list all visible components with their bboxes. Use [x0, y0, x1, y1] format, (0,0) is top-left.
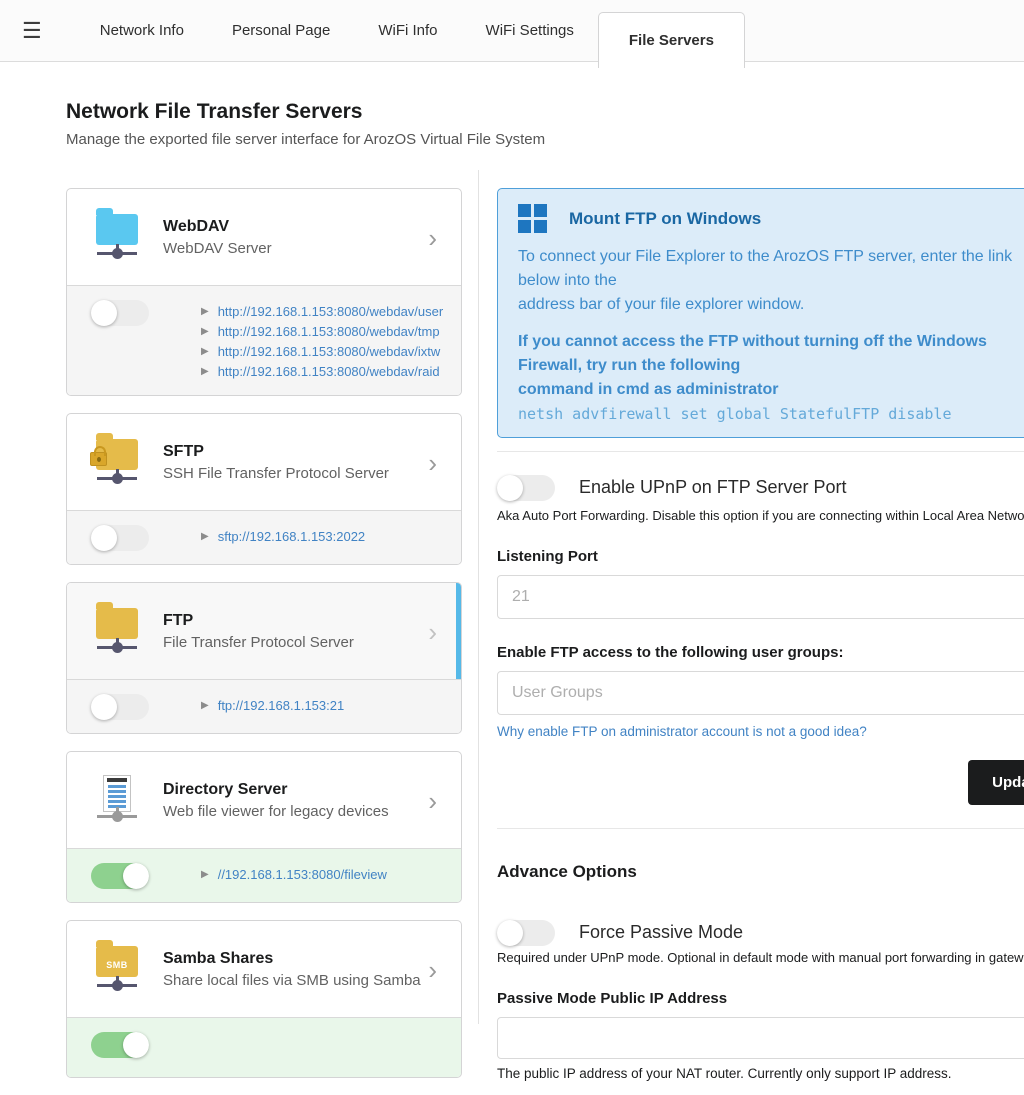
advance-options-title: Advance Options: [497, 862, 1024, 882]
server-card-ftp-links: ▶ ftp://192.168.1.153:21: [67, 679, 461, 733]
directory-listing-icon: [91, 774, 143, 826]
tab-file-servers[interactable]: File Servers: [598, 12, 745, 68]
server-card-directory-header[interactable]: Directory Server Web file viewer for leg…: [67, 752, 461, 848]
link-row: ▶ http://192.168.1.153:8080/webdav/tmp: [201, 322, 443, 342]
server-card-webdav: WebDAV WebDAV Server › ▶ http://192.168.1…: [66, 188, 462, 396]
info-box-paragraph: To connect your File Explorer to the Aro…: [518, 245, 1024, 317]
public-ip-input[interactable]: [497, 1017, 1024, 1059]
samba-enable-toggle[interactable]: [91, 1032, 149, 1058]
listening-port-input[interactable]: [497, 575, 1024, 619]
server-card-sftp: SFTP SSH File Transfer Protocol Server ›…: [66, 413, 462, 565]
link-row: ▶ http://192.168.1.153:8080/webdav/user: [201, 302, 443, 322]
tab-wifi-info[interactable]: WiFi Info: [354, 0, 461, 62]
chevron-right-icon: ›: [422, 957, 443, 983]
force-passive-toggle[interactable]: [497, 920, 555, 946]
server-description: Share local files via SMB using Samba: [163, 972, 422, 989]
caret-right-icon: ▶: [201, 696, 209, 716]
server-card-ftp: FTP File Transfer Protocol Server › ▶ ftp…: [66, 582, 462, 734]
tab-personal-page[interactable]: Personal Page: [208, 0, 354, 62]
chevron-right-icon: ›: [422, 225, 443, 251]
server-card-webdav-header[interactable]: WebDAV WebDAV Server ›: [67, 189, 461, 285]
server-name: SFTP: [163, 443, 422, 461]
public-ip-label: Passive Mode Public IP Address: [497, 990, 1024, 1007]
server-description: Web file viewer for legacy devices: [163, 803, 422, 820]
smb-icon-label: SMB: [96, 960, 138, 970]
server-name: FTP: [163, 612, 422, 630]
public-ip-help-text: The public IP address of your NAT router…: [497, 1066, 1024, 1081]
server-card-directory-links: ▶ //192.168.1.153:8080/fileview: [67, 848, 461, 902]
ftp-enable-toggle[interactable]: [91, 694, 149, 720]
upnp-toggle[interactable]: [497, 475, 555, 501]
smb-network-folder-icon: SMB: [91, 943, 143, 995]
user-groups-label: Enable FTP access to the following user …: [497, 644, 1024, 661]
passive-help-text: Required under UPnP mode. Optional in de…: [497, 950, 1024, 965]
link-row: ▶ http://192.168.1.153:8080/webdav/ixtw: [201, 342, 443, 362]
link-row: ▶ ftp://192.168.1.153:21: [201, 696, 344, 716]
caret-right-icon: ▶: [201, 865, 209, 885]
mount-ftp-info-box: Mount FTP on Windows To connect your Fil…: [497, 188, 1024, 438]
sftp-enable-toggle[interactable]: [91, 525, 149, 551]
caret-right-icon: ▶: [201, 527, 209, 547]
nav-tabs: Network Info Personal Page WiFi Info WiF…: [76, 0, 745, 62]
directory-url-link[interactable]: //192.168.1.153:8080/fileview: [218, 865, 387, 885]
ftp-admin-warning-link[interactable]: Why enable FTP on administrator account …: [497, 724, 1024, 739]
server-card-sftp-header[interactable]: SFTP SSH File Transfer Protocol Server ›: [67, 414, 461, 510]
info-box-paragraph-bold: If you cannot access the FTP without tur…: [518, 330, 1024, 402]
chevron-right-icon: ›: [422, 788, 443, 814]
webdav-url-link[interactable]: http://192.168.1.153:8080/webdav/ixtw: [218, 342, 441, 362]
server-name: WebDAV: [163, 218, 422, 236]
chevron-right-icon: ›: [422, 619, 443, 645]
section-divider: [497, 451, 1024, 452]
firewall-command-text: netsh advfirewall set global StatefulFTP…: [518, 405, 1024, 423]
server-list: WebDAV WebDAV Server › ▶ http://192.168.1…: [66, 188, 462, 1095]
webdav-url-link[interactable]: http://192.168.1.153:8080/webdav/tmp: [218, 322, 440, 342]
link-row: ▶ sftp://192.168.1.153:2022: [201, 527, 365, 547]
server-name: Samba Shares: [163, 950, 422, 968]
page-title: Network File Transfer Servers: [66, 100, 545, 124]
section-divider: [497, 828, 1024, 829]
link-row: ▶ //192.168.1.153:8080/fileview: [201, 865, 387, 885]
webdav-url-link[interactable]: http://192.168.1.153:8080/webdav/raid: [218, 362, 440, 382]
update-button[interactable]: Update: [968, 760, 1024, 805]
tab-network-info[interactable]: Network Info: [76, 0, 208, 62]
upnp-help-text: Aka Auto Port Forwarding. Disable this o…: [497, 508, 1024, 523]
server-card-webdav-links: ▶ http://192.168.1.153:8080/webdav/user ▶…: [67, 285, 461, 395]
caret-right-icon: ▶: [201, 322, 209, 342]
server-description: SSH File Transfer Protocol Server: [163, 465, 422, 482]
user-groups-input[interactable]: [497, 671, 1024, 715]
webdav-enable-toggle[interactable]: [91, 300, 149, 326]
upnp-toggle-label: Enable UPnP on FTP Server Port: [579, 477, 846, 498]
sftp-url-link[interactable]: sftp://192.168.1.153:2022: [218, 527, 365, 547]
listening-port-label: Listening Port: [497, 548, 1024, 565]
force-passive-label: Force Passive Mode: [579, 922, 743, 943]
hamburger-menu-icon[interactable]: ☰: [22, 20, 42, 42]
server-description: WebDAV Server: [163, 240, 422, 257]
server-card-ftp-header[interactable]: FTP File Transfer Protocol Server ›: [67, 583, 461, 679]
chevron-right-icon: ›: [422, 450, 443, 476]
column-divider: [478, 170, 479, 1024]
caret-right-icon: ▶: [201, 362, 209, 382]
locked-network-folder-icon: [91, 436, 143, 488]
webdav-network-folder-icon: [91, 211, 143, 263]
page-subtitle: Manage the exported file server interfac…: [66, 131, 545, 148]
caret-right-icon: ▶: [201, 302, 209, 322]
directory-enable-toggle[interactable]: [91, 863, 149, 889]
caret-right-icon: ▶: [201, 342, 209, 362]
windows-logo-icon: [518, 204, 547, 233]
server-description: File Transfer Protocol Server: [163, 634, 422, 651]
ftp-url-link[interactable]: ftp://192.168.1.153:21: [218, 696, 345, 716]
info-box-title: Mount FTP on Windows: [569, 209, 761, 229]
ftp-settings-panel: Mount FTP on Windows To connect your Fil…: [497, 188, 1024, 1081]
network-folder-icon: [91, 605, 143, 657]
server-card-samba-header[interactable]: SMB Samba Shares Share local files via S…: [67, 921, 461, 1017]
server-card-samba-links: [67, 1017, 461, 1077]
webdav-url-link[interactable]: http://192.168.1.153:8080/webdav/user: [218, 302, 444, 322]
server-card-samba: SMB Samba Shares Share local files via S…: [66, 920, 462, 1078]
server-name: Directory Server: [163, 781, 422, 799]
server-card-sftp-links: ▶ sftp://192.168.1.153:2022: [67, 510, 461, 564]
link-row: ▶ http://192.168.1.153:8080/webdav/raid: [201, 362, 443, 382]
tab-wifi-settings[interactable]: WiFi Settings: [462, 0, 598, 62]
top-navbar: ☰ Network Info Personal Page WiFi Info W…: [0, 0, 1024, 62]
server-card-directory: Directory Server Web file viewer for leg…: [66, 751, 462, 903]
